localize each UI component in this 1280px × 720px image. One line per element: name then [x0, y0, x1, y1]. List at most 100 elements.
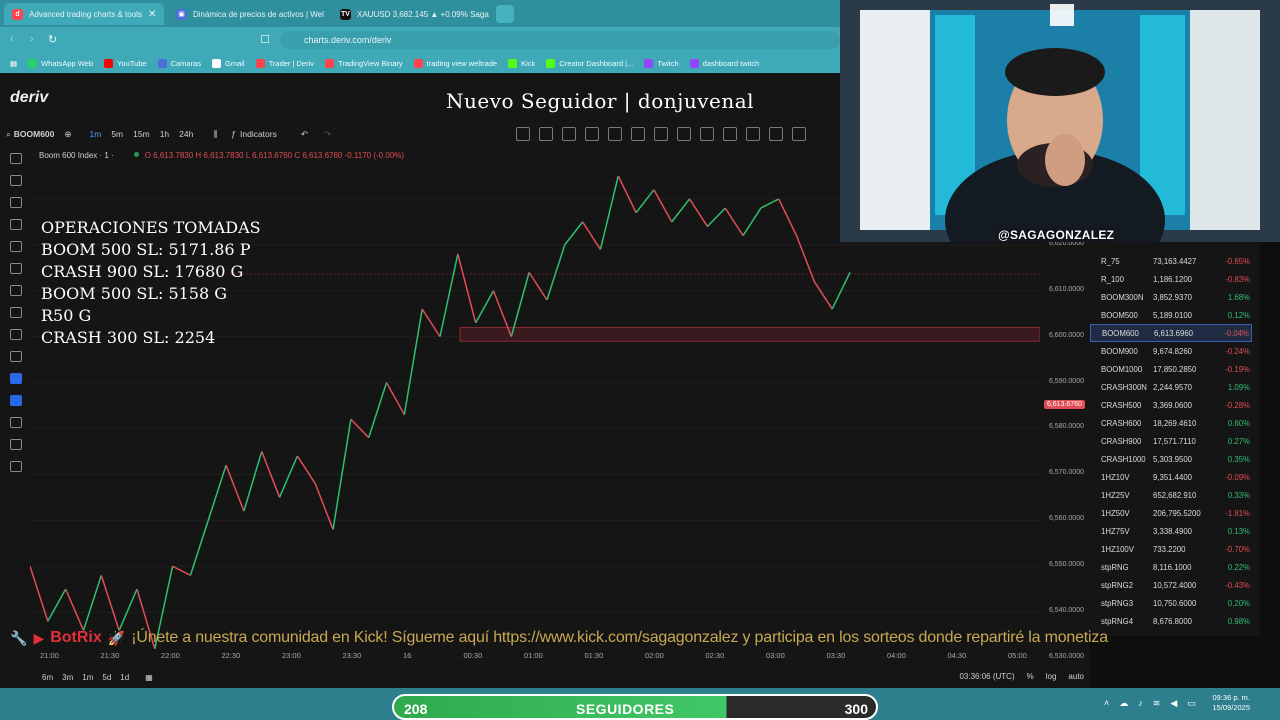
range-3m[interactable]: 3m	[62, 673, 73, 682]
redo-icon[interactable]: ↷	[324, 129, 331, 140]
chart-type-icon[interactable]: ⫼	[213, 129, 217, 140]
log-toggle[interactable]: log	[1046, 672, 1057, 681]
watchlist-row[interactable]: stpRNG3 10,750.6000 0.20%	[1090, 594, 1252, 612]
apps-icon[interactable]: ▦	[10, 59, 17, 68]
support-zone[interactable]	[459, 326, 1040, 342]
bookmark-item[interactable]: Gmail	[212, 58, 245, 68]
drawing-tool-icon[interactable]	[792, 127, 806, 141]
bookmark-item[interactable]: dashboard twitch	[689, 58, 759, 68]
watchlist-row[interactable]: CRASH600 18,269.4610 0.60%	[1090, 414, 1252, 432]
drawing-tool-icon[interactable]	[746, 127, 760, 141]
text-icon[interactable]	[10, 285, 22, 296]
watchlist-row[interactable]: 1HZ75V 3,338.4900 0.13%	[1090, 522, 1252, 540]
auto-toggle[interactable]: auto	[1068, 672, 1084, 681]
watchlist-row[interactable]: R_75 73,163.4427 -0.65%	[1090, 252, 1252, 270]
watchlist-row[interactable]: BOOM900 9,674.8260 -0.24%	[1090, 342, 1252, 360]
magnet-icon[interactable]	[10, 373, 22, 384]
url-input[interactable]: charts.deriv.com/deriv	[280, 31, 840, 49]
drawing-tool-icon[interactable]	[654, 127, 668, 141]
taskbar-clock[interactable]: 09:36 p. m. 15/09/2025	[1212, 693, 1250, 713]
zoom-icon[interactable]	[10, 351, 22, 362]
eye-icon[interactable]	[10, 439, 22, 450]
time-axis[interactable]: 21:00 21:30 22:00 22:30 23:00 23:30 16 00:30 01:…	[30, 651, 1040, 665]
drawing-tool-icon[interactable]	[677, 127, 691, 141]
channel-icon[interactable]	[10, 241, 22, 252]
bookmark-item[interactable]: YouTube	[104, 58, 147, 68]
watchlist-row[interactable]: R_100 1,186.1200 -0.83%	[1090, 270, 1252, 288]
search-icon[interactable]: ⌕	[6, 129, 11, 140]
watchlist-row[interactable]: CRASH1000 5,303.9500 0.35%	[1090, 450, 1252, 468]
emoji-icon[interactable]	[10, 307, 22, 318]
symbol-selector[interactable]: BOOM600	[14, 129, 55, 139]
drawing-tool-icon[interactable]	[700, 127, 714, 141]
indicators-button[interactable]: Indicators	[240, 129, 277, 139]
watchlist-row[interactable]: 1HZ10V 9,351.4400 -0.09%	[1090, 468, 1252, 486]
undo-icon[interactable]: ↶	[301, 129, 308, 140]
tab-dinamica[interactable]: ▣ Dinámica de precios de activos | Wel	[168, 3, 324, 25]
range-1m[interactable]: 1m	[82, 673, 93, 682]
drawing-tool-icon[interactable]	[539, 127, 553, 141]
bookmark-item[interactable]: TradingView Binary	[325, 58, 403, 68]
battery-icon[interactable]: ▭	[1187, 698, 1196, 709]
shape-icon[interactable]	[10, 263, 22, 274]
watchlist-row[interactable]: CRASH900 17,571.7110 0.27%	[1090, 432, 1252, 450]
drawing-tool-icon[interactable]	[585, 127, 599, 141]
range-5d[interactable]: 5d	[102, 673, 111, 682]
trash-icon[interactable]	[10, 461, 22, 472]
volume-icon[interactable]: ◀	[1170, 698, 1177, 709]
watchlist-row[interactable]: stpRNG2 10,572.4000 -0.43%	[1090, 576, 1252, 594]
reload-icon[interactable]: ↻	[48, 33, 57, 46]
watchlist-row[interactable]: BOOM500 5,189.0100 0.12%	[1090, 306, 1252, 324]
drawing-tool-icon[interactable]	[723, 127, 737, 141]
drawing-tool-icon[interactable]	[608, 127, 622, 141]
bookmark-item[interactable]: Trader | Deriv	[255, 58, 314, 68]
add-symbol-icon[interactable]: ⊕	[64, 129, 71, 140]
bookmark-item[interactable]: Creator Dashboard |...	[546, 58, 633, 68]
bookmark-item[interactable]: trading view weltrade	[413, 58, 497, 68]
percent-toggle[interactable]: %	[1027, 672, 1034, 681]
drawing-tool-icon[interactable]	[562, 127, 576, 141]
new-tab-button[interactable]	[496, 5, 514, 23]
bookmark-icon[interactable]: ☐	[260, 33, 270, 46]
bookmark-item[interactable]: Kick	[508, 58, 535, 68]
bookmark-item[interactable]: Twitch	[644, 58, 679, 68]
tab-xauusd[interactable]: TV XAUUSD 3,682.145 ▲ +0.09% Saga	[332, 3, 492, 25]
crosshair-icon[interactable]	[10, 153, 22, 164]
timeframe-24h[interactable]: 24h	[179, 129, 193, 139]
calendar-icon[interactable]: ▦	[145, 673, 153, 682]
wifi-icon[interactable]: ≋	[1153, 698, 1161, 709]
ruler-icon[interactable]	[10, 329, 22, 340]
drawing-tool-icon[interactable]	[769, 127, 783, 141]
bookmark-item[interactable]: WhatsApp Web	[28, 58, 93, 68]
indicators-icon[interactable]: ƒ	[231, 129, 236, 139]
watchlist-row[interactable]: 1HZ50V 206,795.5200 -1.81%	[1090, 504, 1252, 522]
pattern-icon[interactable]	[10, 219, 22, 230]
watchlist-row[interactable]: stpRNG 8,116.1000 0.22%	[1090, 558, 1252, 576]
watchlist-row[interactable]: BOOM300N 3,852.9370 1.68%	[1090, 288, 1252, 306]
drawing-tool-icon[interactable]	[516, 127, 530, 141]
fib-icon[interactable]	[10, 197, 22, 208]
timeframe-15m[interactable]: 15m	[133, 129, 150, 139]
forward-icon[interactable]: ›	[30, 33, 34, 45]
range-1d[interactable]: 1d	[120, 673, 129, 682]
tab-deriv-charts[interactable]: d Advanced trading charts & tools ✕	[4, 3, 164, 25]
watchlist-row[interactable]: BOOM600 6,613.6960 -0.04%	[1090, 324, 1252, 342]
watchlist-row[interactable]: CRASH300N 2,244.9570 1.09%	[1090, 378, 1252, 396]
microphone-icon[interactable]: ♪	[1138, 698, 1143, 709]
watchlist-row[interactable]: BOOM1000 17,850.2850 -0.19%	[1090, 360, 1252, 378]
timeframe-5m[interactable]: 5m	[111, 129, 123, 139]
timeframe-1m[interactable]: 1m	[90, 129, 102, 139]
drawing-tool-icon[interactable]	[631, 127, 645, 141]
bookmark-item[interactable]: Camaras	[157, 58, 201, 68]
watchlist-row[interactable]: 1HZ25V 652,682.910 0.33%	[1090, 486, 1252, 504]
pencil-icon[interactable]	[10, 395, 22, 406]
lock-icon[interactable]	[10, 417, 22, 428]
close-icon[interactable]: ✕	[148, 9, 156, 20]
chevron-up-icon[interactable]: ˄	[1104, 698, 1109, 709]
trendline-icon[interactable]	[10, 175, 22, 186]
cloud-icon[interactable]: ☁	[1119, 698, 1128, 709]
range-6m[interactable]: 6m	[42, 673, 53, 682]
watchlist-row[interactable]: CRASH500 3,369.0600 -0.28%	[1090, 396, 1252, 414]
back-icon[interactable]: ‹	[10, 33, 14, 45]
watchlist-row[interactable]: 1HZ100V 733.2200 -0.70%	[1090, 540, 1252, 558]
